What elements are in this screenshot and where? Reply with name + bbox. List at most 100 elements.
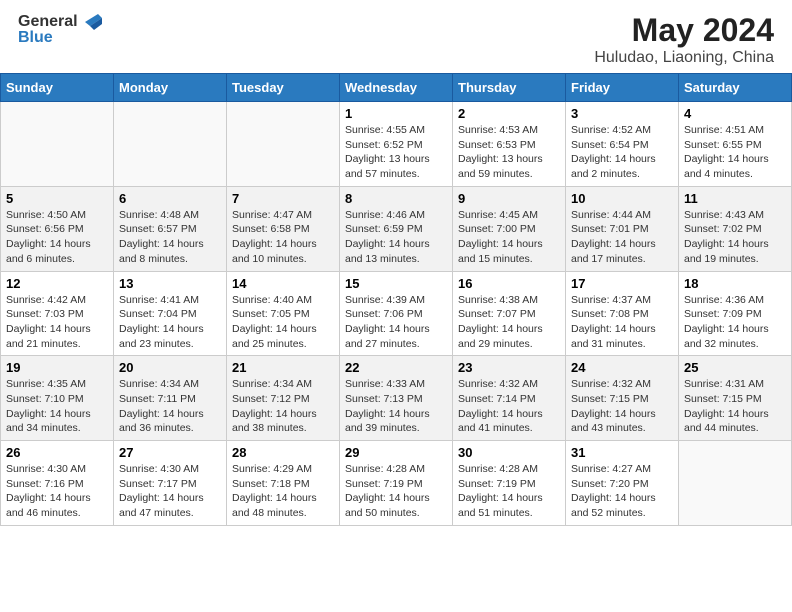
logo-blue-text: Blue	[18, 28, 102, 47]
day-info: Sunrise: 4:31 AMSunset: 7:15 PMDaylight:…	[684, 377, 786, 436]
day-number: 8	[345, 191, 447, 206]
header-saturday: Saturday	[679, 74, 792, 102]
day-info: Sunrise: 4:44 AMSunset: 7:01 PMDaylight:…	[571, 208, 673, 267]
header-tuesday: Tuesday	[227, 74, 340, 102]
calendar-table: Sunday Monday Tuesday Wednesday Thursday…	[0, 73, 792, 526]
calendar-cell-w5-d4: 30 Sunrise: 4:28 AMSunset: 7:19 PMDayligh…	[453, 441, 566, 526]
calendar-cell-w5-d5: 31 Sunrise: 4:27 AMSunset: 7:20 PMDayligh…	[566, 441, 679, 526]
header-monday: Monday	[114, 74, 227, 102]
calendar-cell-w3-d4: 16 Sunrise: 4:38 AMSunset: 7:07 PMDayligh…	[453, 271, 566, 356]
day-info: Sunrise: 4:33 AMSunset: 7:13 PMDaylight:…	[345, 377, 447, 436]
day-number: 10	[571, 191, 673, 206]
day-number: 28	[232, 445, 334, 460]
calendar-cell-w2-d3: 8 Sunrise: 4:46 AMSunset: 6:59 PMDaylight…	[340, 186, 453, 271]
calendar-cell-w3-d2: 14Sunrise: 4:40 AMSunset: 7:05 PMDayligh…	[227, 271, 340, 356]
day-number: 13	[119, 276, 221, 291]
day-info: Sunrise: 4:27 AMSunset: 7:20 PMDaylight:…	[571, 462, 673, 521]
calendar-cell-w2-d5: 10 Sunrise: 4:44 AMSunset: 7:01 PMDayligh…	[566, 186, 679, 271]
day-number: 20	[119, 360, 221, 375]
title-area: May 2024 Huludao, Liaoning, China	[594, 12, 774, 67]
day-info: Sunrise: 4:36 AMSunset: 7:09 PMDaylight:…	[684, 293, 786, 352]
day-info: Sunrise: 4:47 AMSunset: 6:58 PMDaylight:…	[232, 208, 334, 267]
day-number: 1	[345, 106, 447, 121]
calendar-cell-w3-d6: 18 Sunrise: 4:36 AMSunset: 7:09 PMDayligh…	[679, 271, 792, 356]
header-thursday: Thursday	[453, 74, 566, 102]
calendar-cell-w2-d0: 5 Sunrise: 4:50 AMSunset: 6:56 PMDaylight…	[1, 186, 114, 271]
calendar-cell-w2-d1: 6 Sunrise: 4:48 AMSunset: 6:57 PMDaylight…	[114, 186, 227, 271]
day-info: Sunrise: 4:42 AMSunset: 7:03 PMDaylight:…	[6, 293, 108, 352]
day-number: 23	[458, 360, 560, 375]
week-row-1: 1 Sunrise: 4:55 AMSunset: 6:52 PMDaylight…	[1, 102, 792, 187]
day-number: 25	[684, 360, 786, 375]
weekday-header-row: Sunday Monday Tuesday Wednesday Thursday…	[1, 74, 792, 102]
day-number: 27	[119, 445, 221, 460]
day-info: Sunrise: 4:41 AMSunset: 7:04 PMDaylight:…	[119, 293, 221, 352]
day-info: Sunrise: 4:46 AMSunset: 6:59 PMDaylight:…	[345, 208, 447, 267]
day-info: Sunrise: 4:28 AMSunset: 7:19 PMDaylight:…	[458, 462, 560, 521]
day-info: Sunrise: 4:43 AMSunset: 7:02 PMDaylight:…	[684, 208, 786, 267]
calendar-cell-w1-d6: 4 Sunrise: 4:51 AMSunset: 6:55 PMDaylight…	[679, 102, 792, 187]
calendar-cell-w5-d6	[679, 441, 792, 526]
calendar-cell-w4-d1: 20Sunrise: 4:34 AMSunset: 7:11 PMDayligh…	[114, 356, 227, 441]
day-number: 24	[571, 360, 673, 375]
calendar-cell-w5-d1: 27 Sunrise: 4:30 AMSunset: 7:17 PMDayligh…	[114, 441, 227, 526]
day-number: 11	[684, 191, 786, 206]
day-number: 30	[458, 445, 560, 460]
day-number: 3	[571, 106, 673, 121]
day-number: 29	[345, 445, 447, 460]
calendar-cell-w4-d4: 23 Sunrise: 4:32 AMSunset: 7:14 PMDayligh…	[453, 356, 566, 441]
day-number: 19	[6, 360, 108, 375]
logo: General Blue	[18, 12, 102, 47]
day-info: Sunrise: 4:32 AMSunset: 7:14 PMDaylight:…	[458, 377, 560, 436]
week-row-4: 19Sunrise: 4:35 AMSunset: 7:10 PMDayligh…	[1, 356, 792, 441]
day-info: Sunrise: 4:32 AMSunset: 7:15 PMDaylight:…	[571, 377, 673, 436]
calendar-title: May 2024	[594, 12, 774, 49]
page-header: General Blue May 2024 Huludao, Liaoning,…	[0, 0, 792, 73]
day-info: Sunrise: 4:48 AMSunset: 6:57 PMDaylight:…	[119, 208, 221, 267]
calendar-cell-w1-d5: 3 Sunrise: 4:52 AMSunset: 6:54 PMDaylight…	[566, 102, 679, 187]
day-number: 18	[684, 276, 786, 291]
day-number: 5	[6, 191, 108, 206]
day-info: Sunrise: 4:55 AMSunset: 6:52 PMDaylight:…	[345, 123, 447, 182]
day-number: 22	[345, 360, 447, 375]
day-info: Sunrise: 4:39 AMSunset: 7:06 PMDaylight:…	[345, 293, 447, 352]
calendar-cell-w5-d3: 29Sunrise: 4:28 AMSunset: 7:19 PMDayligh…	[340, 441, 453, 526]
calendar-cell-w4-d2: 21Sunrise: 4:34 AMSunset: 7:12 PMDayligh…	[227, 356, 340, 441]
week-row-5: 26 Sunrise: 4:30 AMSunset: 7:16 PMDayligh…	[1, 441, 792, 526]
day-number: 16	[458, 276, 560, 291]
calendar-cell-w4-d0: 19Sunrise: 4:35 AMSunset: 7:10 PMDayligh…	[1, 356, 114, 441]
day-info: Sunrise: 4:53 AMSunset: 6:53 PMDaylight:…	[458, 123, 560, 182]
calendar-cell-w3-d0: 12 Sunrise: 4:42 AMSunset: 7:03 PMDayligh…	[1, 271, 114, 356]
day-info: Sunrise: 4:52 AMSunset: 6:54 PMDaylight:…	[571, 123, 673, 182]
day-info: Sunrise: 4:38 AMSunset: 7:07 PMDaylight:…	[458, 293, 560, 352]
day-info: Sunrise: 4:30 AMSunset: 7:16 PMDaylight:…	[6, 462, 108, 521]
day-info: Sunrise: 4:51 AMSunset: 6:55 PMDaylight:…	[684, 123, 786, 182]
calendar-cell-w2-d2: 7 Sunrise: 4:47 AMSunset: 6:58 PMDaylight…	[227, 186, 340, 271]
calendar-cell-w1-d3: 1 Sunrise: 4:55 AMSunset: 6:52 PMDaylight…	[340, 102, 453, 187]
calendar-cell-w5-d0: 26 Sunrise: 4:30 AMSunset: 7:16 PMDayligh…	[1, 441, 114, 526]
day-number: 31	[571, 445, 673, 460]
day-number: 17	[571, 276, 673, 291]
day-info: Sunrise: 4:29 AMSunset: 7:18 PMDaylight:…	[232, 462, 334, 521]
calendar-cell-w1-d1	[114, 102, 227, 187]
week-row-3: 12 Sunrise: 4:42 AMSunset: 7:03 PMDayligh…	[1, 271, 792, 356]
day-info: Sunrise: 4:50 AMSunset: 6:56 PMDaylight:…	[6, 208, 108, 267]
calendar-subtitle: Huludao, Liaoning, China	[594, 49, 774, 67]
calendar-cell-w4-d3: 22 Sunrise: 4:33 AMSunset: 7:13 PMDayligh…	[340, 356, 453, 441]
calendar-cell-w5-d2: 28 Sunrise: 4:29 AMSunset: 7:18 PMDayligh…	[227, 441, 340, 526]
day-info: Sunrise: 4:30 AMSunset: 7:17 PMDaylight:…	[119, 462, 221, 521]
day-number: 26	[6, 445, 108, 460]
day-number: 7	[232, 191, 334, 206]
day-number: 4	[684, 106, 786, 121]
day-number: 21	[232, 360, 334, 375]
day-info: Sunrise: 4:37 AMSunset: 7:08 PMDaylight:…	[571, 293, 673, 352]
calendar-cell-w1-d4: 2Sunrise: 4:53 AMSunset: 6:53 PMDaylight…	[453, 102, 566, 187]
calendar-cell-w4-d6: 25 Sunrise: 4:31 AMSunset: 7:15 PMDayligh…	[679, 356, 792, 441]
header-friday: Friday	[566, 74, 679, 102]
calendar-cell-w3-d1: 13 Sunrise: 4:41 AMSunset: 7:04 PMDayligh…	[114, 271, 227, 356]
day-number: 6	[119, 191, 221, 206]
day-info: Sunrise: 4:40 AMSunset: 7:05 PMDaylight:…	[232, 293, 334, 352]
calendar-cell-w3-d5: 17 Sunrise: 4:37 AMSunset: 7:08 PMDayligh…	[566, 271, 679, 356]
header-wednesday: Wednesday	[340, 74, 453, 102]
day-number: 12	[6, 276, 108, 291]
